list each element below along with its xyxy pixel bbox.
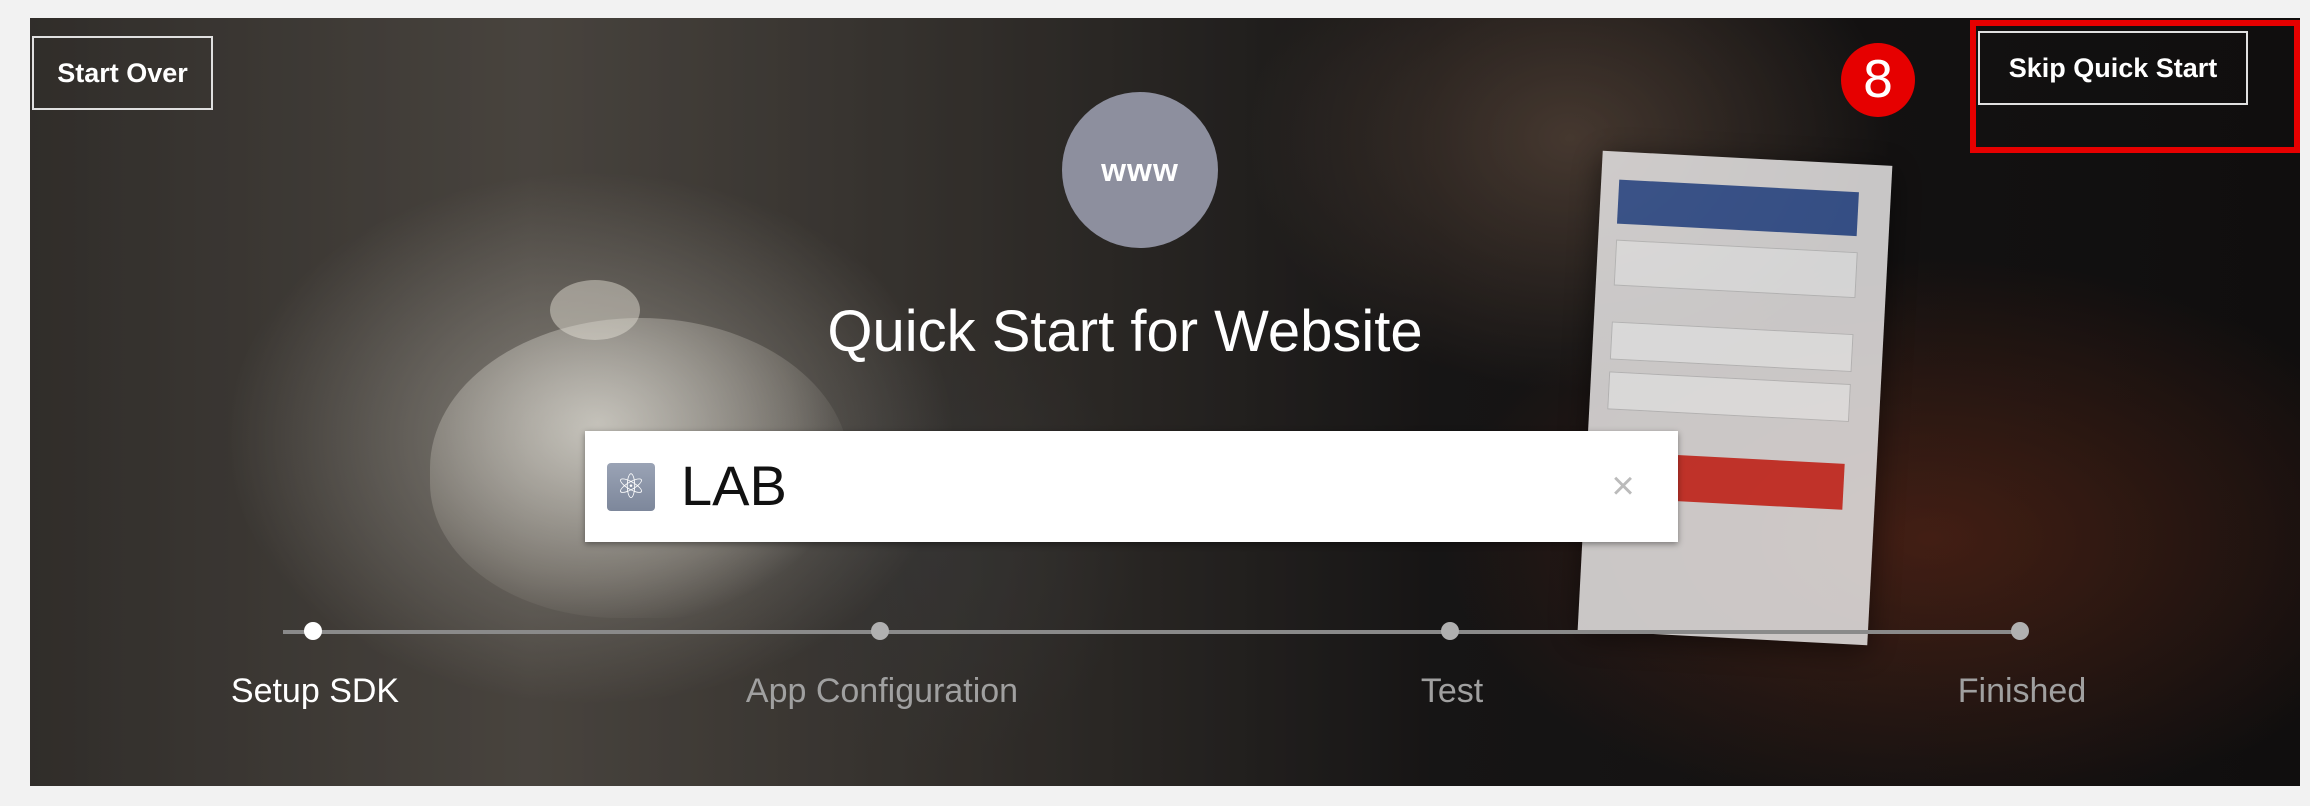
step-setup-sdk[interactable]: Setup SDK bbox=[231, 672, 399, 711]
page-title: Quick Start for Website bbox=[827, 299, 1423, 364]
app-selector[interactable]: ⚛ LAB × bbox=[585, 431, 1678, 542]
step-dot-test bbox=[1441, 622, 1459, 640]
start-over-button[interactable]: Start Over bbox=[32, 36, 213, 110]
progress-track bbox=[283, 630, 2018, 634]
platform-icon: www bbox=[1062, 92, 1218, 248]
clear-icon[interactable]: × bbox=[1598, 461, 1648, 511]
atom-icon: ⚛ bbox=[607, 463, 655, 511]
app-name: LAB bbox=[681, 454, 787, 517]
highlight-box bbox=[1970, 20, 2300, 153]
step-dot-setup-sdk bbox=[304, 622, 322, 640]
step-test[interactable]: Test bbox=[1421, 672, 1483, 711]
step-app-configuration[interactable]: App Configuration bbox=[746, 672, 1018, 711]
step-finished[interactable]: Finished bbox=[1958, 672, 2087, 711]
background-login-mockup bbox=[1577, 150, 1893, 646]
step-dot-app-configuration bbox=[871, 622, 889, 640]
step-number-badge: 8 bbox=[1841, 43, 1915, 117]
step-dot-finished bbox=[2011, 622, 2029, 640]
